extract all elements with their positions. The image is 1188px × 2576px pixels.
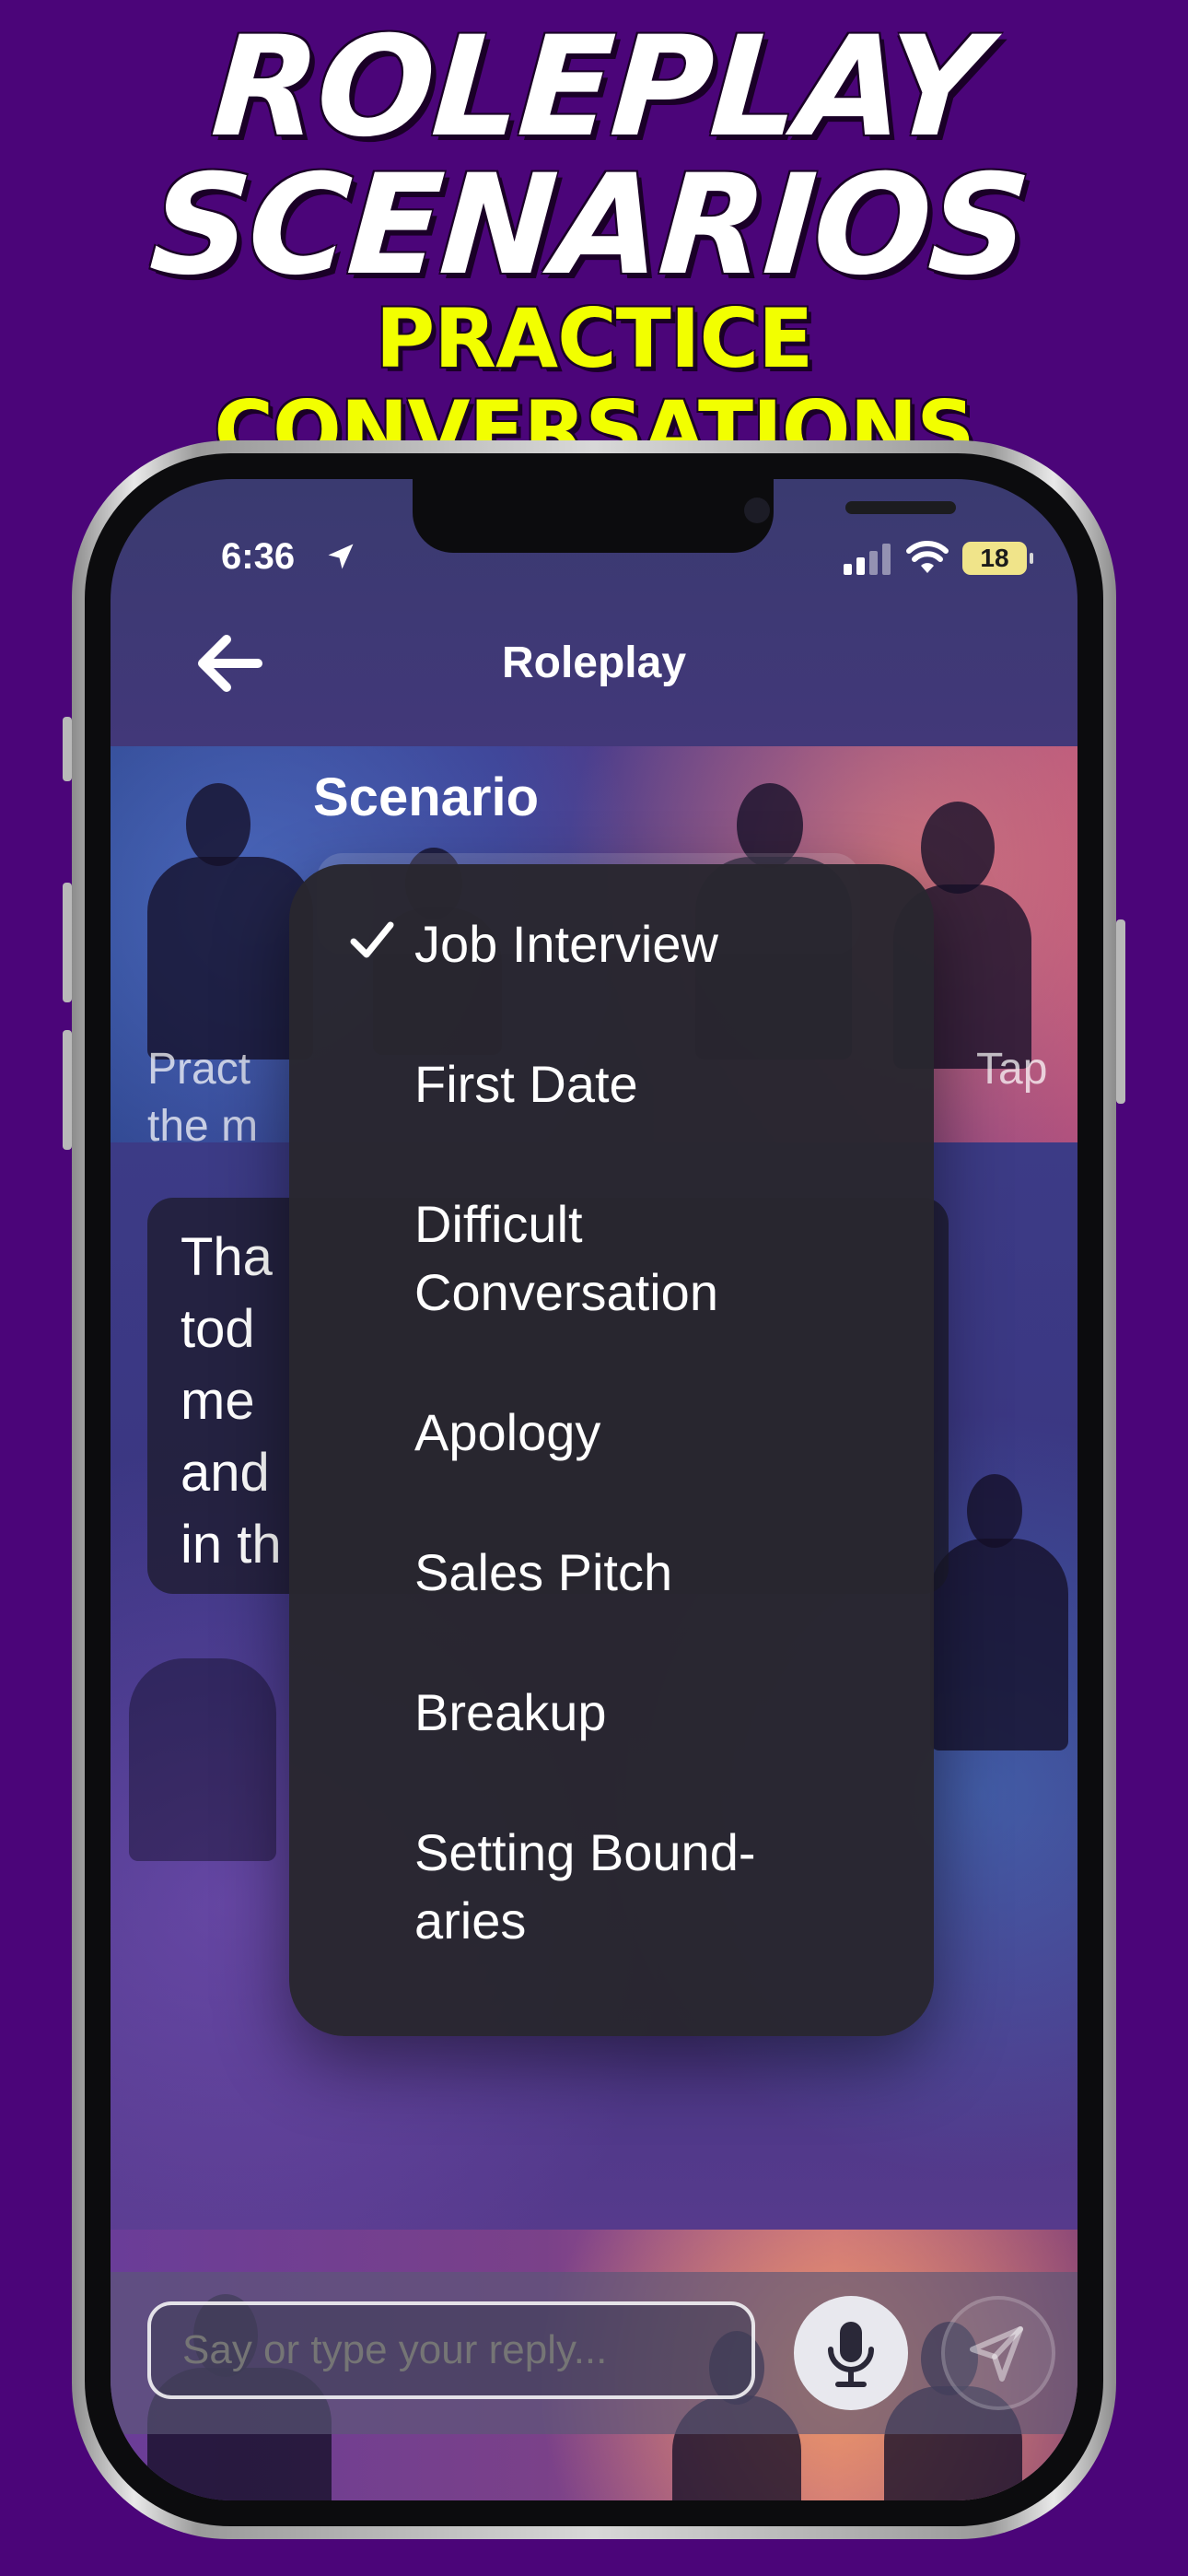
menu-item-label: Difficult Conversation (414, 1195, 718, 1321)
menu-item-label: Breakup (414, 1683, 607, 1741)
send-button[interactable] (941, 2296, 1055, 2410)
menu-item-label: Apology (414, 1403, 601, 1461)
location-arrow-icon (328, 544, 354, 569)
volume-down-button (63, 1030, 72, 1150)
reply-bar (111, 2272, 1077, 2434)
menu-item-sales-pitch[interactable]: Sales Pitch (289, 1539, 934, 1607)
cellular-signal-icon (844, 544, 891, 575)
front-camera (744, 498, 770, 523)
power-button (1116, 919, 1125, 1104)
send-icon (970, 2326, 1023, 2382)
menu-item-first-date[interactable]: First Date (289, 1050, 934, 1118)
instructions-tail: Tap (976, 1045, 1048, 1094)
menu-item-label: Job Interview (414, 915, 718, 973)
reply-input[interactable] (147, 2301, 755, 2399)
menu-item-breakup[interactable]: Breakup (289, 1679, 934, 1747)
checkmark-icon (350, 921, 394, 958)
promo-headline: ROLEPLAY SCENARIOS (0, 7, 1188, 306)
mute-switch (63, 717, 72, 781)
page-title: Roleplay (501, 638, 687, 687)
menu-item-label: Sales Pitch (414, 1543, 673, 1601)
wifi-icon (906, 541, 949, 573)
notch (413, 479, 956, 553)
earpiece-speaker (845, 501, 956, 514)
battery-indicator: 18 (962, 542, 1033, 575)
scenario-section-title: Scenario (313, 767, 539, 827)
menu-item-difficult-conversation[interactable]: Difficult Conversation (289, 1190, 805, 1327)
phone-bezel: 6:36 18 Roleplay Scenario Pract the m Ta… (85, 453, 1103, 2526)
status-time: 6:36 (221, 536, 296, 577)
mic-button[interactable] (794, 2296, 908, 2410)
promo-headline-line1: ROLEPLAY (207, 7, 991, 168)
menu-item-job-interview[interactable]: Job Interview (289, 910, 934, 978)
menu-item-label: Setting Bound-aries (414, 1823, 756, 1950)
volume-up-button (63, 883, 72, 1002)
promo-headline-line2: SCENARIOS (146, 146, 1033, 306)
menu-item-label: First Date (414, 1055, 638, 1113)
scenario-menu: Job Interview First Date Difficult Conve… (289, 864, 934, 2036)
app-screen: 6:36 18 Roleplay Scenario Pract the m Ta… (111, 479, 1077, 2500)
menu-item-setting-boundaries[interactable]: Setting Bound-aries (289, 1819, 842, 1955)
microphone-icon (828, 2322, 874, 2387)
phone-frame: 6:36 18 Roleplay Scenario Pract the m Ta… (63, 440, 1125, 2539)
menu-item-apology[interactable]: Apology (289, 1399, 934, 1467)
